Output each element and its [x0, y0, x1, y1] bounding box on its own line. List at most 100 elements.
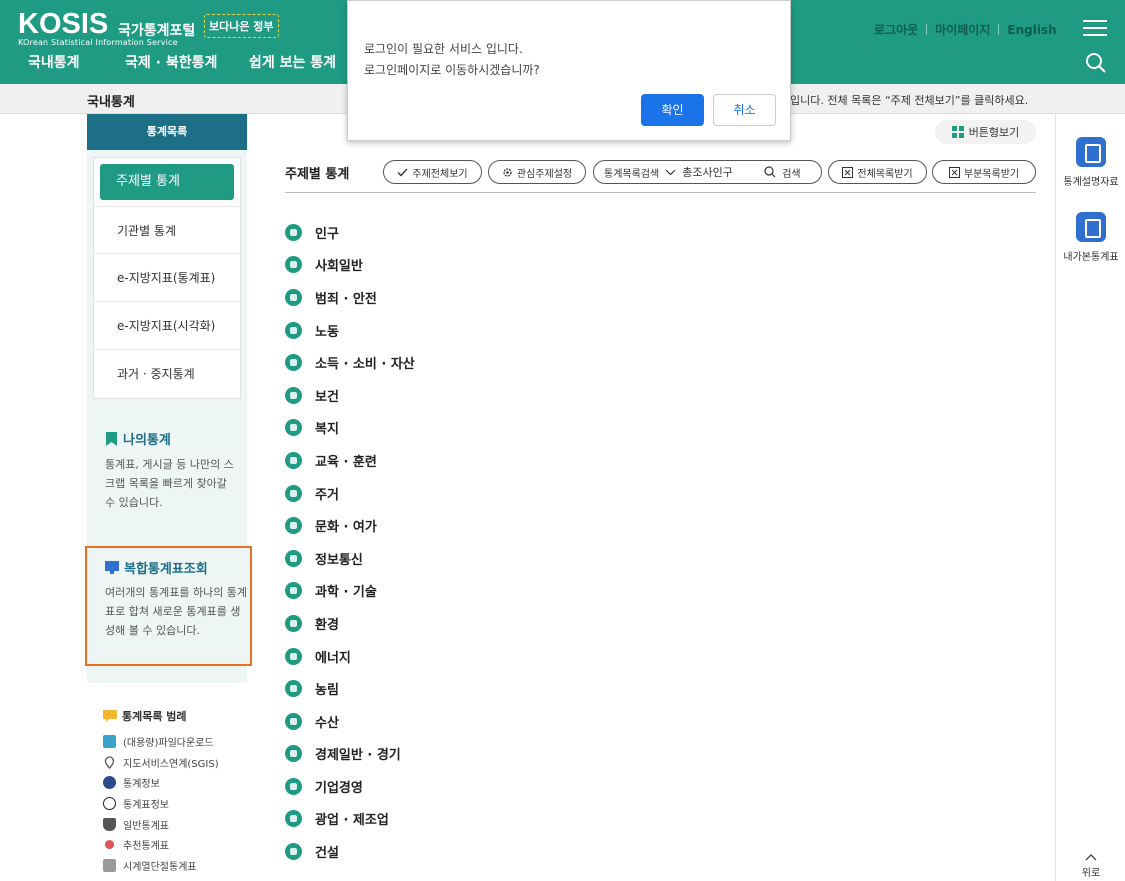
- login-confirm-dialog: 로그인이 필요한 서비스 입니다. 로그인페이지로 이동하시겠습니까? 확인 취…: [347, 0, 791, 141]
- shield-icon: [103, 817, 116, 831]
- lnb-item-local-visual[interactable]: e-지방지표(시각화): [94, 302, 240, 350]
- topic-item[interactable]: 기업경영: [285, 770, 415, 803]
- education-icon: [285, 451, 302, 469]
- logo-portal-name: 국가통계포털: [118, 23, 196, 39]
- lnb-title: 통계목록: [87, 114, 247, 150]
- kosis-logo[interactable]: KOSIS 국가통계포털 KOrean Statistical Informat…: [18, 8, 279, 47]
- recent-tables-link[interactable]: 내가본통계표: [1056, 212, 1125, 263]
- chevron-up-icon: [1085, 854, 1097, 861]
- complex-table-label: 복합통계표조회: [124, 562, 208, 577]
- topic-item[interactable]: 건설: [285, 835, 415, 868]
- gnb-easy-stats[interactable]: 쉽게 보는 통계: [249, 52, 349, 72]
- lnb-item-local-table[interactable]: e-지방지표(통계표): [94, 254, 240, 302]
- check-icon: [397, 168, 408, 176]
- topic-item[interactable]: 농림: [285, 672, 415, 705]
- stat-description-link[interactable]: 통계설명자료: [1056, 137, 1125, 188]
- topic-item[interactable]: 보건: [285, 379, 415, 412]
- list-search-box[interactable]: 통계목록검색 총조사인구 검색: [593, 160, 822, 184]
- topic-item[interactable]: 정보통신: [285, 542, 415, 575]
- chevron-down-icon[interactable]: [665, 169, 676, 176]
- crime-icon: [285, 288, 302, 306]
- search-button[interactable]: 검색: [782, 165, 800, 180]
- topic-item[interactable]: 경제일반 · 경기: [285, 738, 415, 771]
- legend-label: 통계목록 범례: [122, 710, 187, 723]
- quick-menu: 통계설명자료 내가본통계표: [1055, 114, 1125, 881]
- agriculture-icon: [285, 680, 302, 698]
- dialog-ok-button[interactable]: 확인: [641, 94, 704, 126]
- search-icon[interactable]: [1085, 52, 1107, 74]
- lnb-item-past[interactable]: 과거 · 중지통계: [94, 350, 240, 398]
- lnb-item-agency[interactable]: 기관별 통계: [94, 206, 240, 254]
- welfare-icon: [285, 419, 302, 437]
- gnb-international[interactable]: 국제 · 북한통계: [125, 52, 249, 72]
- gnb-domestic[interactable]: 국내통계: [28, 52, 125, 72]
- my-stats-title: 나의통계: [105, 429, 235, 448]
- grid-icon: [951, 126, 964, 138]
- english-link[interactable]: English: [1007, 23, 1056, 37]
- lnb-item-topic[interactable]: 주제별 통계: [100, 164, 234, 200]
- timeseries-icon: [103, 858, 116, 872]
- environment-icon: [285, 614, 302, 632]
- housing-icon: [285, 484, 302, 502]
- dialog-cancel-button[interactable]: 취소: [713, 94, 776, 126]
- search-icon[interactable]: [764, 166, 776, 178]
- legend-item: 시계열단절통계표: [103, 855, 253, 876]
- lnb-menu: 주제별 통계 기관별 통계 e-지방지표(통계표) e-지방지표(시각화) 과거…: [93, 157, 241, 399]
- table-view-icon: [1076, 212, 1106, 242]
- dialog-line: 로그인페이지로 이동하시겠습니까?: [364, 63, 540, 77]
- topic-item[interactable]: 복지: [285, 412, 415, 445]
- society-icon: [285, 256, 302, 274]
- interest-topic-button[interactable]: 관심주제설정: [488, 160, 586, 184]
- globe-icon: [285, 549, 302, 567]
- divider: [926, 24, 928, 35]
- divider: [285, 192, 1036, 193]
- labor-icon: [285, 321, 302, 339]
- health-icon: [285, 386, 302, 404]
- global-nav: 국내통계 국제 · 북한통계 쉽게 보는 통계: [28, 52, 349, 72]
- income-icon: [285, 354, 302, 372]
- button-view-label: 버튼형보기: [968, 126, 1020, 139]
- legend-item: 통계표정보: [103, 793, 253, 814]
- legend-item: 일반통계표: [103, 814, 253, 835]
- my-stats-section[interactable]: 나의통계 통계표, 게시글 등 나만의 스크랩 목록을 빠르게 찾아갈 수 있습…: [105, 429, 235, 512]
- mypage-link[interactable]: 마이페이지: [935, 21, 990, 38]
- topic-item[interactable]: 과학 · 기술: [285, 575, 415, 608]
- logout-link[interactable]: 로그아웃: [874, 21, 918, 38]
- full-list-download-button[interactable]: 전체목록받기: [828, 160, 927, 184]
- complex-table-section[interactable]: 복합통계표조회 여러개의 통계표를 하나의 통계표로 합쳐 새로운 통계표를 생…: [85, 546, 252, 666]
- topic-item[interactable]: 환경: [285, 607, 415, 640]
- excel-icon: [842, 166, 854, 178]
- topic-item[interactable]: 수산: [285, 705, 415, 738]
- main-heading: 주제별 통계: [285, 167, 350, 182]
- bookmark-icon: [106, 431, 117, 446]
- search-category[interactable]: 통계목록검색: [604, 165, 659, 180]
- topic-item[interactable]: 노동: [285, 314, 415, 347]
- button-view-toggle[interactable]: 버튼형보기: [935, 120, 1036, 144]
- legend-item: (대용량)파일다운로드: [103, 731, 253, 752]
- economy-icon: [285, 745, 302, 763]
- legend-section: 통계목록 범례 (대용량)파일다운로드 지도서비스연계(SGIS) 통계정보 통…: [103, 708, 253, 876]
- back-to-top-button[interactable]: 위로: [1078, 853, 1104, 879]
- population-icon: [285, 223, 302, 241]
- topic-item[interactable]: 범죄 · 안전: [285, 281, 415, 314]
- partial-list-download-button[interactable]: 부분목록받기: [932, 160, 1036, 184]
- legend-item: 추천통계표: [103, 834, 253, 855]
- topic-item[interactable]: 소득 · 소비 · 자산: [285, 346, 415, 379]
- logo-subtitle: KOrean Statistical Information Service: [18, 38, 178, 47]
- dialog-line: 로그인이 필요한 서비스 입니다.: [364, 42, 523, 56]
- topic-item[interactable]: 에너지: [285, 640, 415, 673]
- topic-item[interactable]: 광업 · 제조업: [285, 803, 415, 836]
- topic-item[interactable]: 주거: [285, 477, 415, 510]
- info-icon: [103, 776, 116, 790]
- document-icon: [1076, 137, 1106, 167]
- topic-item[interactable]: 교육 · 훈련: [285, 444, 415, 477]
- culture-icon: [285, 517, 302, 535]
- topic-item[interactable]: 문화 · 여가: [285, 509, 415, 542]
- all-topics-button[interactable]: 주제전체보기: [383, 160, 482, 184]
- search-input[interactable]: 총조사인구: [682, 164, 754, 180]
- topic-item[interactable]: 인구: [285, 216, 415, 249]
- topic-item[interactable]: 사회일반: [285, 249, 415, 282]
- manufacturing-icon: [285, 810, 302, 828]
- menu-icon[interactable]: [1083, 20, 1107, 38]
- science-icon: [285, 582, 302, 600]
